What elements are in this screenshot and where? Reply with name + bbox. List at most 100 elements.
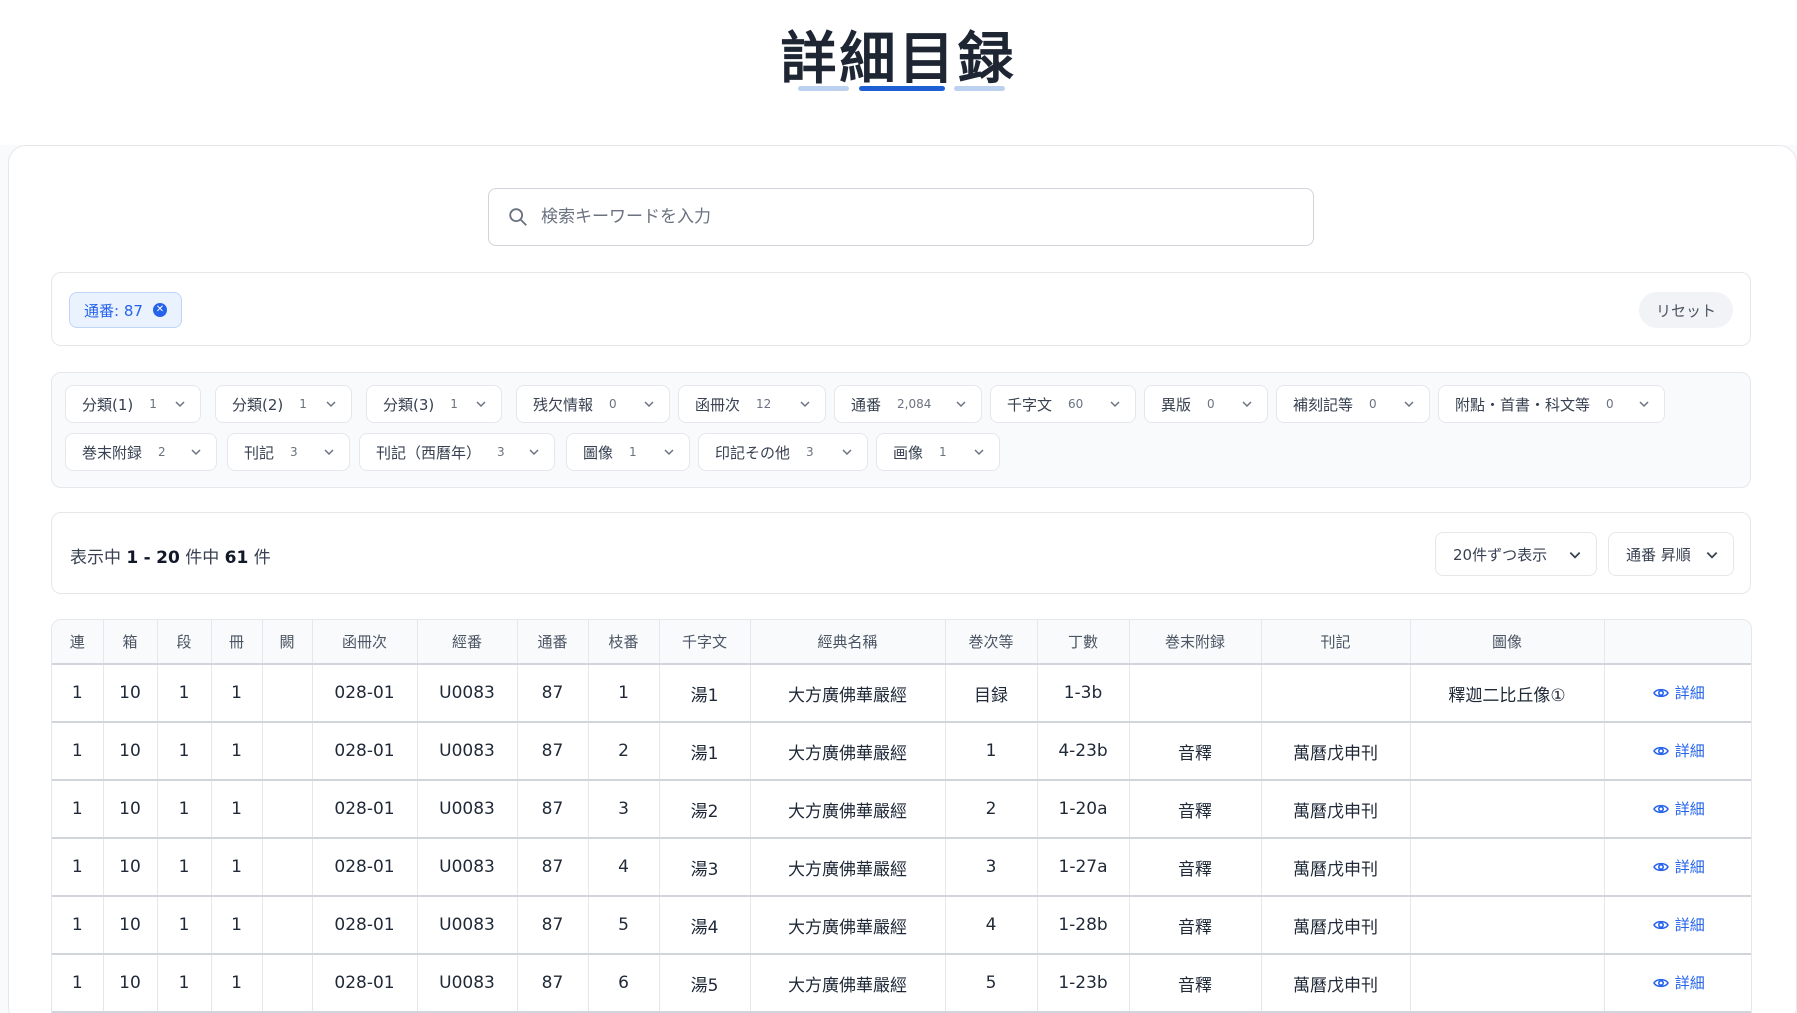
table-cell: 音釋	[1129, 896, 1262, 955]
column-header[interactable]: 千字文	[659, 620, 751, 665]
facet-dropdown[interactable]: 附點・首書・科文等 0	[1438, 385, 1665, 423]
table-cell: 湯1	[659, 722, 751, 781]
table-cell: 大方廣佛華嚴經	[750, 954, 946, 1013]
column-header[interactable]: 經番	[417, 620, 518, 665]
facet-dropdown[interactable]: 巻末附録 2	[65, 433, 217, 471]
facet-count: 1	[450, 397, 458, 411]
table-row: 1 10 1 1 028-01 U0083 87 4 湯3 大方廣佛華嚴經 3 1-27a 音釋 萬曆戊申…	[52, 838, 1751, 897]
table-row: 1 10 1 1 028-01 U0083 87 3 湯2 大方廣佛華嚴經 2 1-20a 音釋 萬曆戊申…	[52, 780, 1751, 839]
table-cell: 1	[52, 722, 104, 781]
table-cell	[262, 838, 313, 897]
table-row: 1 10 1 1 028-01 U0083 87 5 湯4 大方廣佛華嚴經 4 1-28b 音釋 萬曆戊申…	[52, 896, 1751, 955]
chevron-down-icon	[1242, 401, 1252, 408]
table-cell: 1	[157, 722, 212, 781]
facet-dropdown[interactable]: 分類(1) 1	[65, 385, 201, 423]
facet-dropdown[interactable]: 補刻記等 0	[1276, 385, 1430, 423]
result-mid: 件中	[185, 548, 220, 568]
facet-count: 3	[290, 445, 298, 459]
table-cell: 萬曆戊申刊	[1261, 838, 1411, 897]
detail-link-label: 詳細	[1674, 684, 1705, 703]
column-header[interactable]: 巻末附録	[1129, 620, 1262, 665]
table-cell: 音釋	[1129, 780, 1262, 839]
table-cell: 10	[103, 896, 158, 955]
table-cell: 1	[211, 780, 263, 839]
table-cell: 湯1	[659, 664, 751, 723]
column-header[interactable]: 丁數	[1037, 620, 1130, 665]
table-cell	[262, 780, 313, 839]
table-cell: U0083	[417, 780, 518, 839]
facet-dropdown[interactable]: 分類(3) 1	[366, 385, 502, 423]
facet-count: 3	[806, 445, 814, 459]
eye-icon	[1652, 804, 1669, 813]
eye-icon	[1652, 746, 1669, 755]
table-cell: 1	[52, 896, 104, 955]
per-page-value: 20件ずつ表示	[1453, 545, 1548, 564]
facet-label: 千字文	[1007, 395, 1053, 414]
detail-link[interactable]: 詳細	[1652, 856, 1705, 877]
eye-icon	[1652, 978, 1669, 987]
facet-label: 残欠情報	[533, 395, 594, 414]
title-underline-center	[859, 86, 945, 91]
table-cell: 1-28b	[1037, 896, 1130, 955]
table-cell: 10	[103, 664, 158, 723]
table-cell: 028-01	[312, 954, 418, 1013]
reset-button[interactable]: リセット	[1639, 292, 1733, 328]
facet-dropdown[interactable]: 函冊次 12	[678, 385, 826, 423]
eye-icon	[1652, 688, 1669, 697]
detail-link-label: 詳細	[1674, 800, 1705, 819]
facet-dropdown[interactable]: 千字文 60	[990, 385, 1136, 423]
per-page-select[interactable]: 20件ずつ表示	[1435, 532, 1597, 576]
column-header[interactable]: 通番	[517, 620, 589, 665]
column-header[interactable]: 箱	[103, 620, 158, 665]
facet-dropdown[interactable]: 圖像 1	[566, 433, 690, 471]
table-cell: 1	[211, 664, 263, 723]
column-header[interactable]: 段	[157, 620, 212, 665]
table-cell-actions: 詳細	[1604, 954, 1751, 1013]
facet-dropdown[interactable]: 画像 1	[876, 433, 1000, 471]
table-cell	[262, 664, 313, 723]
column-header[interactable]: 冊	[211, 620, 263, 665]
column-header[interactable]: 圖像	[1410, 620, 1605, 665]
facet-dropdown[interactable]: 残欠情報 0	[516, 385, 670, 423]
table-cell	[1410, 954, 1605, 1013]
chevron-down-icon	[175, 401, 185, 408]
facet-label: 函冊次	[695, 395, 741, 414]
table-cell: 1	[211, 954, 263, 1013]
page-title: 詳細目録	[780, 27, 1017, 92]
column-header[interactable]: 連	[52, 620, 104, 665]
detail-link[interactable]: 詳細	[1652, 740, 1705, 761]
facet-dropdown[interactable]: 印記その他 3	[698, 433, 868, 471]
table-cell: 萬曆戊申刊	[1261, 780, 1411, 839]
table-cell: 028-01	[312, 896, 418, 955]
facet-count: 0	[1606, 397, 1614, 411]
table-row: 1 10 1 1 028-01 U0083 87 6 湯5 大方廣佛華嚴經 5 1-23b 音釋 萬曆戊申…	[52, 954, 1751, 1013]
close-icon[interactable]: ✕	[152, 303, 167, 317]
column-header[interactable]: 枝番	[588, 620, 660, 665]
detail-link[interactable]: 詳細	[1652, 682, 1705, 703]
facet-label: 通番	[851, 395, 882, 414]
facet-dropdown[interactable]: 刊記 3	[227, 433, 350, 471]
facet-dropdown[interactable]: 分類(2) 1	[215, 385, 352, 423]
column-header[interactable]: 函冊次	[312, 620, 418, 665]
column-header[interactable]: 闕	[262, 620, 313, 665]
result-total: 61	[224, 548, 249, 568]
filter-chip-tsuban[interactable]: 通番: 87 ✕	[69, 292, 182, 328]
active-filters-bar: 通番: 87 ✕ リセット	[51, 272, 1751, 346]
facet-dropdown[interactable]: 異版 0	[1144, 385, 1268, 423]
table-cell: 萬曆戊申刊	[1261, 722, 1411, 781]
page-header: 詳細目録	[0, 0, 1797, 145]
column-header[interactable]: 巻次等	[945, 620, 1038, 665]
table-cell: 萬曆戊申刊	[1261, 896, 1411, 955]
detail-link[interactable]: 詳細	[1652, 914, 1705, 935]
chevron-down-icon	[842, 449, 852, 456]
search-box[interactable]	[488, 188, 1314, 246]
facet-dropdown[interactable]: 刊記（西曆年） 3	[359, 433, 555, 471]
search-input[interactable]	[541, 207, 1301, 227]
detail-link[interactable]: 詳細	[1652, 798, 1705, 819]
facet-count: 1	[939, 445, 947, 459]
sort-select[interactable]: 通番 昇順	[1608, 532, 1734, 576]
facet-dropdown[interactable]: 通番 2,084	[834, 385, 982, 423]
detail-link[interactable]: 詳細	[1652, 972, 1705, 993]
column-header[interactable]: 刊記	[1261, 620, 1411, 665]
column-header[interactable]: 經典名稱	[750, 620, 946, 665]
